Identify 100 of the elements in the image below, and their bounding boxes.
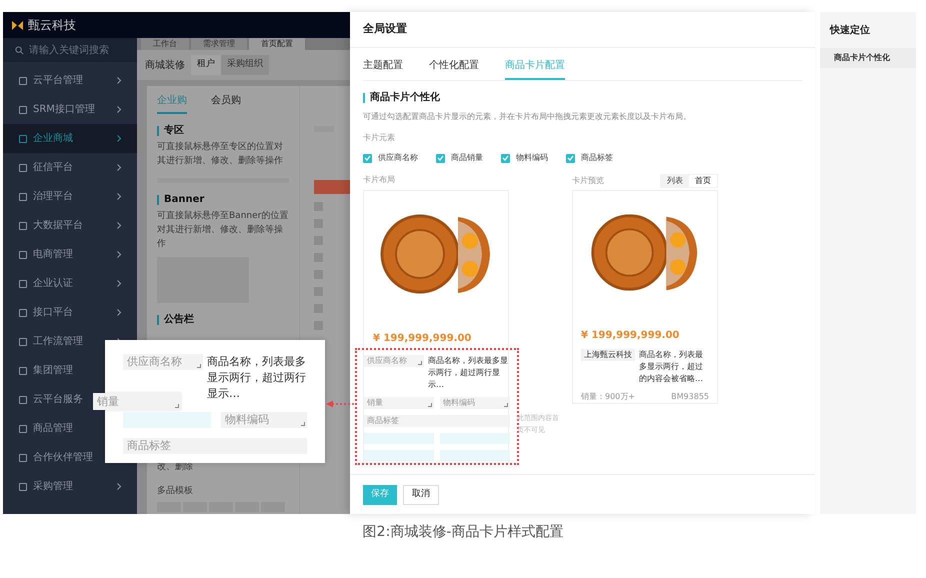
drag-chip[interactable]: 销量 [364, 397, 434, 409]
supplier-tag: 上海甄云科技 [581, 349, 635, 361]
menu-square-icon [19, 164, 27, 172]
menu-square-icon [19, 106, 27, 114]
menu-square-icon [19, 424, 27, 432]
menu-square-icon [19, 222, 27, 230]
sidebar-item[interactable]: 大数据平台 [3, 211, 137, 240]
drag-chip[interactable]: 物料编码 [440, 397, 510, 409]
checkbox-label: 商品标签 [581, 152, 613, 164]
chevron-right-icon [117, 135, 121, 142]
menu-square-icon [19, 280, 27, 288]
resize-handle-icon[interactable] [301, 422, 305, 426]
sidebar-item[interactable]: 治理平台 [3, 182, 137, 211]
section-description: 可通过勾选配置商品卡片显示的元素，并在卡片布局中拖拽元素更改元素长度以及卡片布局。 [363, 111, 692, 123]
checkbox-label: 供应商名称 [378, 152, 418, 164]
section-title: 公告栏 [157, 315, 289, 325]
sidebar-item[interactable]: SRM接口管理 [3, 95, 137, 124]
chevron-right-icon [117, 483, 121, 490]
sidebar-item[interactable]: 接口平台 [3, 298, 137, 327]
product-name: 商品名称，列表最多显示两行，超过两行显示… [207, 354, 307, 402]
sidebar-item[interactable]: 企业商城 [3, 124, 137, 153]
resize-handle-icon[interactable] [175, 404, 179, 408]
sales-count: 销量：900万+ [581, 391, 635, 403]
chevron-right-icon [117, 222, 121, 229]
menu-square-icon [19, 454, 27, 462]
scope-tab[interactable]: 租户 [191, 55, 221, 75]
mode-toggle[interactable]: 列表 [661, 175, 689, 187]
breadcrumb-tab[interactable]: 需求管理 [191, 38, 247, 50]
checkbox-label: 物料编码 [516, 152, 548, 164]
check-icon [567, 155, 574, 161]
sidebar-item[interactable]: 电商管理 [3, 240, 137, 269]
banner-bar [314, 180, 350, 194]
resize-handle-icon[interactable] [428, 403, 432, 407]
quick-nav-title: 快速定位 [828, 23, 871, 38]
chevron-right-icon [117, 251, 121, 258]
field-label: 卡片元素 [363, 132, 396, 144]
checkbox[interactable] [436, 154, 445, 162]
price: ¥ 199,999,999.00 [581, 329, 680, 343]
checkbox[interactable] [363, 154, 372, 162]
chevron-right-icon [117, 77, 121, 84]
drag-chip[interactable]: 供应商名称 [123, 354, 203, 370]
section-description: 可直接鼠标悬停至专区的位置对其进行新增、修改、删除等操作 [157, 140, 284, 168]
action-button[interactable]: 取消 [403, 484, 439, 504]
section-description: 可直接鼠标悬停至Banner的位置对其进行新增、修改、删除等操作 [157, 210, 289, 251]
checkbox[interactable] [566, 154, 575, 162]
checkbox-label: 商品销量 [451, 152, 483, 164]
template-label: 多品模板 [157, 484, 194, 498]
price: ¥ 199,999,999.00 [373, 332, 472, 346]
menu-square-icon [19, 338, 27, 346]
menu-square-icon [19, 134, 27, 142]
resize-handle-icon[interactable] [197, 364, 201, 368]
field-label: 卡片预览 [572, 175, 604, 187]
dragged-chip-tooltip[interactable]: 销量 [93, 393, 181, 410]
material-code: BM93855 [671, 391, 709, 403]
menu-square-icon [19, 396, 27, 404]
section-title: 专区 [157, 126, 289, 136]
checkbox[interactable] [501, 154, 510, 162]
scope-tab[interactable]: 采购组织 [221, 55, 269, 75]
section-title: Banner [157, 195, 289, 205]
section-title: 商品卡片个性化 [363, 93, 802, 103]
menu-square-icon [19, 192, 27, 200]
tab[interactable]: 会员购 [211, 93, 241, 114]
check-icon [437, 155, 444, 161]
product-name: 商品名称，列表最多显示两行，超过的内容会被省略… [639, 349, 704, 385]
chevron-right-icon [117, 193, 121, 200]
drag-chip[interactable]: 商品标签 [364, 415, 510, 427]
breadcrumb-tab[interactable]: 工作台 [141, 38, 189, 50]
sidebar-item[interactable]: 征信平台 [3, 153, 137, 182]
menu-square-icon [19, 76, 27, 84]
menu-square-icon [19, 482, 27, 490]
logo-text: 甄云科技 [28, 17, 76, 34]
menu-square-icon [19, 366, 27, 374]
tab[interactable]: 个性化配置 [429, 58, 479, 80]
drag-chip[interactable]: 供应商名称 [364, 355, 424, 367]
page-title: 商城装修 [145, 58, 185, 72]
tab[interactable]: 主题配置 [363, 58, 403, 80]
sidebar-item[interactable]: 云平台管理 [3, 66, 137, 95]
drag-chip[interactable]: 物料编码 [221, 412, 307, 428]
product-name: 商品名称，列表最多显示两行，超过两行显示… [428, 355, 509, 391]
check-icon [502, 155, 509, 161]
mode-toggle[interactable]: 首页 [689, 175, 717, 187]
resize-handle-icon[interactable] [418, 361, 422, 365]
field-label: 卡片布局 [363, 174, 396, 186]
sidebar-item[interactable]: 企业认证 [3, 269, 137, 298]
chevron-right-icon [117, 309, 121, 316]
search-icon [15, 46, 24, 54]
quick-nav-item[interactable]: 商品卡片个性化 [820, 48, 916, 68]
search-field[interactable]: 请输入关键词搜索 [3, 38, 137, 62]
tab[interactable]: 商品卡片配置 [505, 58, 565, 80]
chevron-right-icon [117, 106, 121, 113]
menu-square-icon [19, 250, 27, 258]
chevron-right-icon [117, 280, 121, 287]
sidebar-item[interactable]: 采购管理 [3, 472, 137, 501]
menu-square-icon [19, 308, 27, 316]
chevron-right-icon [117, 164, 121, 171]
logo-icon [11, 20, 24, 30]
drag-chip[interactable]: 商品标签 [123, 438, 307, 454]
resize-handle-icon[interactable] [504, 403, 508, 407]
breadcrumb-tab[interactable]: 首页配置 [249, 38, 305, 50]
check-icon [364, 155, 371, 161]
